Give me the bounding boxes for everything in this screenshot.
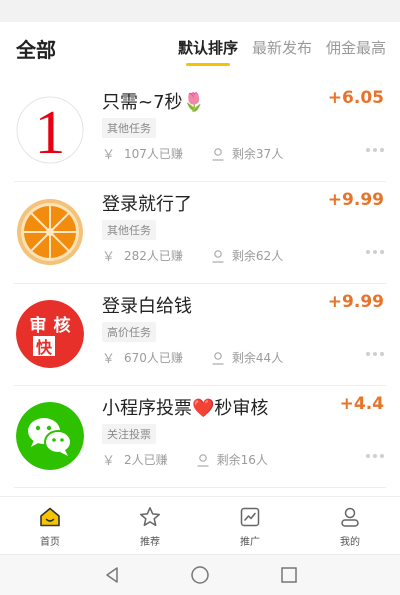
avatar-char-1: 审 bbox=[30, 315, 47, 336]
task-meta: ￥ 670人已赚 剩余44人 bbox=[102, 348, 283, 367]
task-tag: 其他任务 bbox=[102, 220, 156, 240]
avatar-char-3: 快 bbox=[36, 338, 53, 357]
avatar-number: 1 bbox=[35, 99, 66, 164]
earned-count: 2人已赚 bbox=[124, 453, 168, 467]
remaining-count: 剩余62人 bbox=[231, 249, 284, 263]
tab-promote-label: 推广 bbox=[240, 537, 260, 548]
task-price: +9.99 bbox=[327, 190, 384, 210]
task-item[interactable]: 小程序投票❤️秒审核 +4.4 关注投票 ￥ 2人已赚 剩余16人 bbox=[14, 386, 386, 488]
page-title: 全部 bbox=[16, 38, 56, 62]
earned-count: 107人已赚 bbox=[124, 147, 183, 161]
yen-icon: ￥ bbox=[102, 148, 116, 163]
yen-icon: ￥ bbox=[102, 352, 116, 367]
tab-mine-label: 我的 bbox=[340, 537, 360, 548]
more-icon[interactable] bbox=[366, 250, 384, 254]
task-name: 只需~7秒🌷 bbox=[102, 92, 205, 113]
task-price: +4.4 bbox=[339, 394, 384, 414]
tab-recommend-label: 推荐 bbox=[140, 537, 160, 548]
home-icon bbox=[40, 507, 60, 527]
status-bar bbox=[0, 0, 400, 22]
review-fast-badge-icon: 审 核 快 bbox=[16, 300, 84, 368]
task-name: 登录就行了 bbox=[102, 194, 192, 215]
header: 全部 默认排序 最新发布 佣金最高 bbox=[0, 22, 400, 74]
tab-home[interactable]: 首页 bbox=[0, 497, 100, 554]
task-price: +6.05 bbox=[327, 88, 384, 108]
red-number-one-icon: 1 bbox=[16, 96, 84, 164]
bottom-tab-bar: 首页 推荐 推广 我的 bbox=[0, 496, 400, 554]
task-tag: 其他任务 bbox=[102, 118, 156, 138]
home-circle-icon[interactable] bbox=[190, 565, 210, 585]
remaining-count: 剩余16人 bbox=[216, 453, 268, 467]
more-icon[interactable] bbox=[366, 148, 384, 152]
task-meta: ￥ 107人已赚 剩余37人 bbox=[102, 144, 283, 163]
task-meta: ￥ 282人已赚 剩余62人 bbox=[102, 246, 283, 265]
avatar-char-2: 核 bbox=[54, 315, 71, 336]
person-icon bbox=[212, 249, 224, 263]
tab-default-sort[interactable]: 默认排序 bbox=[178, 37, 238, 66]
tab-highest-commission[interactable]: 佣金最高 bbox=[326, 37, 386, 58]
more-icon[interactable] bbox=[366, 352, 384, 356]
remaining-count: 剩余44人 bbox=[231, 351, 284, 365]
tab-promote[interactable]: 推广 bbox=[200, 497, 300, 554]
yen-icon: ￥ bbox=[102, 250, 116, 265]
task-name: 登录白给钱 bbox=[102, 296, 192, 317]
promote-chart-icon bbox=[240, 507, 260, 527]
star-icon bbox=[140, 507, 160, 527]
wechat-icon bbox=[16, 402, 84, 470]
tab-latest[interactable]: 最新发布 bbox=[252, 37, 312, 58]
task-name: 小程序投票❤️秒审核 bbox=[102, 398, 269, 419]
person-icon bbox=[212, 147, 224, 161]
tab-recommend[interactable]: 推荐 bbox=[100, 497, 200, 554]
yen-icon: ￥ bbox=[102, 454, 116, 469]
user-icon bbox=[341, 507, 359, 527]
task-price: +9.99 bbox=[327, 292, 384, 312]
more-icon[interactable] bbox=[366, 454, 384, 458]
tab-home-label: 首页 bbox=[40, 537, 60, 548]
task-item[interactable]: 1 只需~7秒🌷 +6.05 其他任务 ￥ 107人已赚 剩余37人 bbox=[14, 80, 386, 182]
recents-square-icon[interactable] bbox=[279, 565, 299, 585]
remaining-count: 剩余37人 bbox=[231, 147, 284, 161]
person-icon bbox=[197, 453, 209, 467]
task-tag: 关注投票 bbox=[102, 424, 156, 444]
earned-count: 670人已赚 bbox=[124, 351, 183, 365]
orange-slice-icon bbox=[16, 198, 84, 266]
earned-count: 282人已赚 bbox=[124, 249, 183, 263]
task-meta: ￥ 2人已赚 剩余16人 bbox=[102, 450, 268, 469]
back-triangle-icon[interactable] bbox=[102, 565, 122, 585]
tab-mine[interactable]: 我的 bbox=[300, 497, 400, 554]
task-list: 1 只需~7秒🌷 +6.05 其他任务 ￥ 107人已赚 剩余37人 登录就行了… bbox=[0, 80, 400, 488]
person-icon bbox=[212, 351, 224, 365]
sort-tabs: 默认排序 最新发布 佣金最高 bbox=[178, 37, 386, 66]
task-tag: 高价任务 bbox=[102, 322, 156, 342]
task-item[interactable]: 审 核 快 登录白给钱 +9.99 高价任务 ￥ 670人已赚 剩余44人 bbox=[14, 284, 386, 386]
system-nav-bar bbox=[0, 554, 400, 595]
task-item[interactable]: 登录就行了 +9.99 其他任务 ￥ 282人已赚 剩余62人 bbox=[14, 182, 386, 284]
